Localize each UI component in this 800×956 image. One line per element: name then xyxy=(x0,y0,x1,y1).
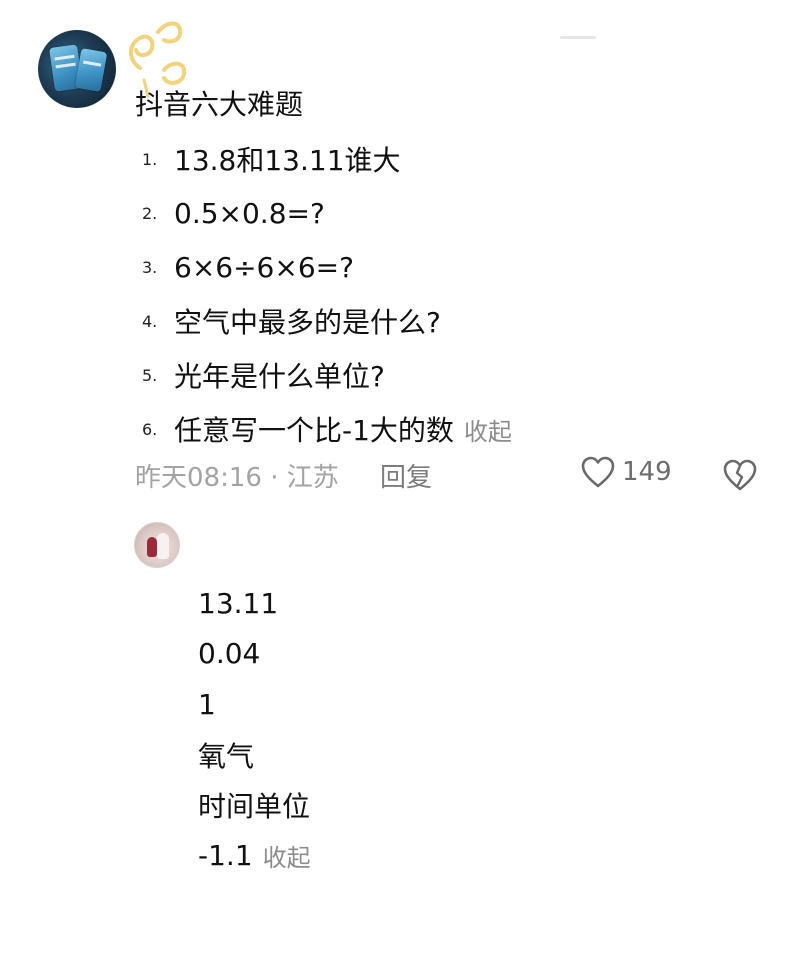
dislike-button[interactable] xyxy=(722,458,758,496)
question-text: 6×6÷6×6=? xyxy=(174,250,354,284)
avatar-figure-shape xyxy=(157,533,169,559)
collapse-link[interactable]: 收起 xyxy=(464,412,512,447)
screen-smudge xyxy=(560,36,596,39)
question-number: 1. xyxy=(142,149,158,169)
question-number: 2. xyxy=(142,203,158,223)
question-number: 4. xyxy=(142,311,158,331)
question-text: 空气中最多的是什么? xyxy=(174,306,441,339)
reply-collapse-link[interactable]: 收起 xyxy=(263,838,311,873)
question-text: 光年是什么单位? xyxy=(174,360,385,393)
like-count: 149 xyxy=(622,457,672,487)
list-item: 时间单位 xyxy=(198,780,311,831)
answer-text: 1 xyxy=(198,687,216,721)
post-title: 抖音六大难题 xyxy=(135,88,304,121)
question-text: 0.5×0.8=? xyxy=(174,196,325,230)
answer-text: 时间单位 xyxy=(198,790,311,824)
comment-meta: 昨天08:16 · 江苏 xyxy=(135,463,339,493)
list-item: 1 xyxy=(198,679,311,730)
reply-button[interactable]: 回复 xyxy=(380,457,432,494)
list-item: 3. 6×6÷6×6=? xyxy=(142,240,512,294)
list-item: 13.11 xyxy=(198,578,311,629)
list-item: 5. 光年是什么单位? xyxy=(142,348,512,402)
list-item: 0.04 xyxy=(198,629,311,680)
avatar[interactable] xyxy=(38,30,116,108)
answer-text: 氧气 xyxy=(198,739,255,773)
reply-avatar[interactable] xyxy=(134,522,180,568)
heart-outline-icon xyxy=(581,456,615,488)
list-item: 2. 0.5×0.8=? xyxy=(142,186,512,240)
list-item: 氧气 xyxy=(198,730,311,781)
question-number: 3. xyxy=(142,257,158,277)
question-text: 13.8和13.11谁大 xyxy=(174,144,401,177)
question-number: 5. xyxy=(142,365,158,385)
list-item: 1. 13.8和13.11谁大 xyxy=(142,132,512,186)
question-list: 1. 13.8和13.11谁大 2. 0.5×0.8=? 3. 6×6÷6×6=… xyxy=(142,132,512,456)
list-item: 6. 任意写一个比-1大的数 收起 xyxy=(142,402,512,456)
answer-text: 0.04 xyxy=(198,637,261,671)
answer-text: 13.11 xyxy=(198,586,279,620)
like-button[interactable]: 149 xyxy=(580,455,672,489)
avatar-card-shape xyxy=(74,48,108,92)
question-number: 6. xyxy=(142,419,158,439)
question-text: 任意写一个比-1大的数 xyxy=(174,414,454,447)
list-item: -1.1 收起 xyxy=(198,831,311,882)
broken-heart-icon xyxy=(723,459,757,491)
answer-text: -1.1 xyxy=(198,839,253,873)
list-item: 4. 空气中最多的是什么? xyxy=(142,294,512,348)
avatar-figure-shape xyxy=(147,537,157,557)
reply-answer-list: 13.11 0.04 1 氧气 时间单位 -1.1 收起 xyxy=(198,578,311,881)
